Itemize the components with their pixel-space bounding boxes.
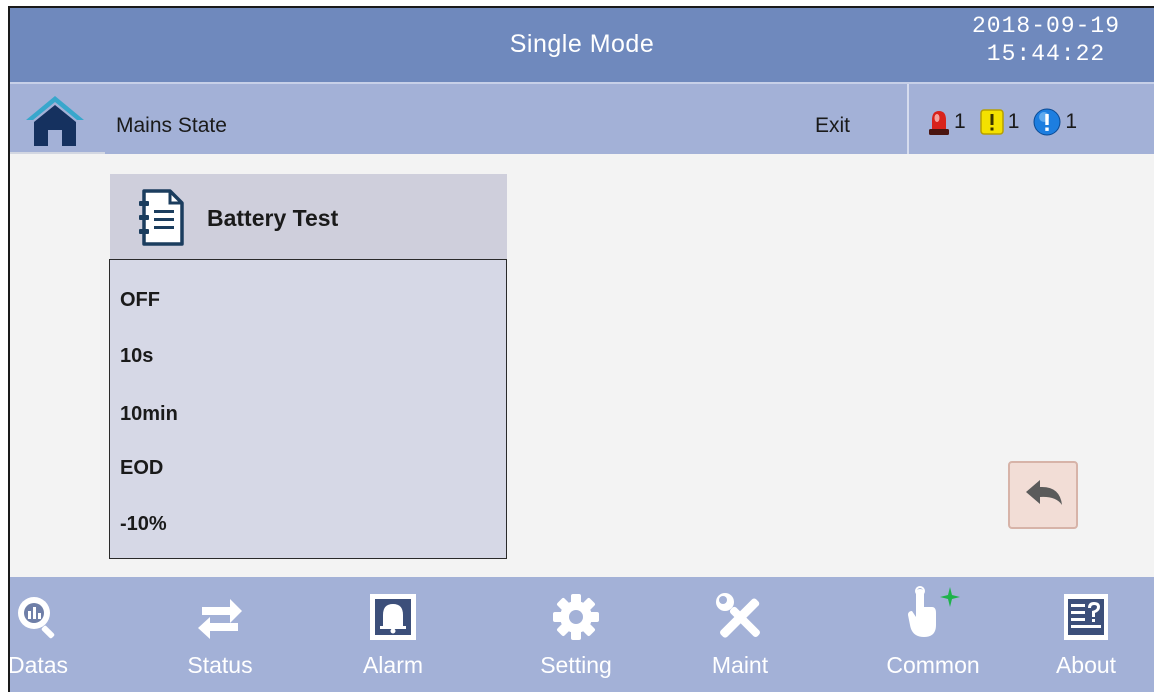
title-bar: Single Mode 2018-09-19 15:44:22	[10, 8, 1154, 82]
nav-setting-label: Setting	[540, 652, 612, 678]
red-siren-icon	[929, 111, 949, 135]
status-arrows-icon	[198, 599, 242, 639]
critical-alarm-counter[interactable]: 1	[928, 108, 966, 136]
value-test-duration-seconds[interactable]: 10s	[120, 345, 153, 368]
info-alarm-counter[interactable]: 1	[1033, 108, 1077, 136]
nav-about-label: About	[1055, 652, 1117, 678]
value-test-end-condition[interactable]: EOD	[120, 457, 163, 480]
battery-test-values: OFF 10s 10min EOD -10%	[109, 259, 507, 559]
info-alarm-count: 1	[1065, 110, 1078, 133]
about-document-icon	[1064, 594, 1108, 640]
value-test-state[interactable]: OFF	[120, 289, 160, 312]
exit-button[interactable]: Exit	[815, 114, 850, 138]
datetime-display: 2018-09-19 15:44:22	[946, 12, 1146, 68]
time-text: 15:44:22	[986, 41, 1106, 67]
subheader-underline	[10, 152, 105, 154]
home-button[interactable]	[24, 94, 86, 148]
nav-status-label: Status	[187, 652, 253, 678]
datas-icon	[18, 597, 55, 639]
bottom-nav: Datas Status Alarm Setting Maint Common …	[10, 577, 1154, 692]
date-text: 2018-09-19	[971, 13, 1121, 39]
nav-datas[interactable]: Datas	[10, 577, 93, 692]
gear-icon	[553, 594, 599, 640]
yellow-warning-icon	[979, 109, 1004, 135]
battery-test-header: Battery Test	[110, 174, 507, 260]
alarm-bell-icon	[370, 594, 416, 640]
nav-alarm-label: Alarm	[362, 652, 424, 678]
critical-alarm-count: 1	[954, 110, 966, 133]
nav-about[interactable]: About	[1031, 577, 1141, 692]
home-icon	[26, 96, 84, 146]
back-button[interactable]	[1008, 461, 1078, 529]
warning-alarm-count: 1	[1007, 110, 1020, 133]
nav-common-label: Common	[886, 652, 980, 678]
value-test-duration-minutes[interactable]: 10min	[120, 403, 178, 426]
nav-datas-label: Datas	[8, 652, 69, 678]
warning-alarm-counter[interactable]: 1	[979, 109, 1020, 135]
panel-title: Battery Test	[207, 205, 339, 231]
nav-maint-label: Maint	[711, 652, 769, 678]
nav-alarm[interactable]: Alarm	[338, 577, 448, 692]
sub-header: Mains State Exit 1 1 1	[10, 82, 1154, 154]
value-capacity-threshold[interactable]: -10%	[120, 513, 167, 536]
maintenance-tools-icon	[716, 593, 760, 638]
nav-status[interactable]: Status	[165, 577, 275, 692]
ups-screen: Single Mode 2018-09-19 15:44:22 Mains St…	[8, 6, 1154, 692]
page-name: Mains State	[116, 114, 227, 137]
header-divider	[907, 84, 909, 154]
alarm-counters: 1 1 1	[928, 108, 1091, 136]
nav-maint[interactable]: Maint	[685, 577, 795, 692]
nav-common[interactable]: Common	[878, 577, 988, 692]
blue-info-icon	[1033, 108, 1061, 136]
nav-setting[interactable]: Setting	[521, 577, 631, 692]
back-arrow-icon	[1026, 480, 1062, 505]
touch-hand-icon	[908, 586, 960, 637]
document-list-icon	[136, 188, 188, 253]
